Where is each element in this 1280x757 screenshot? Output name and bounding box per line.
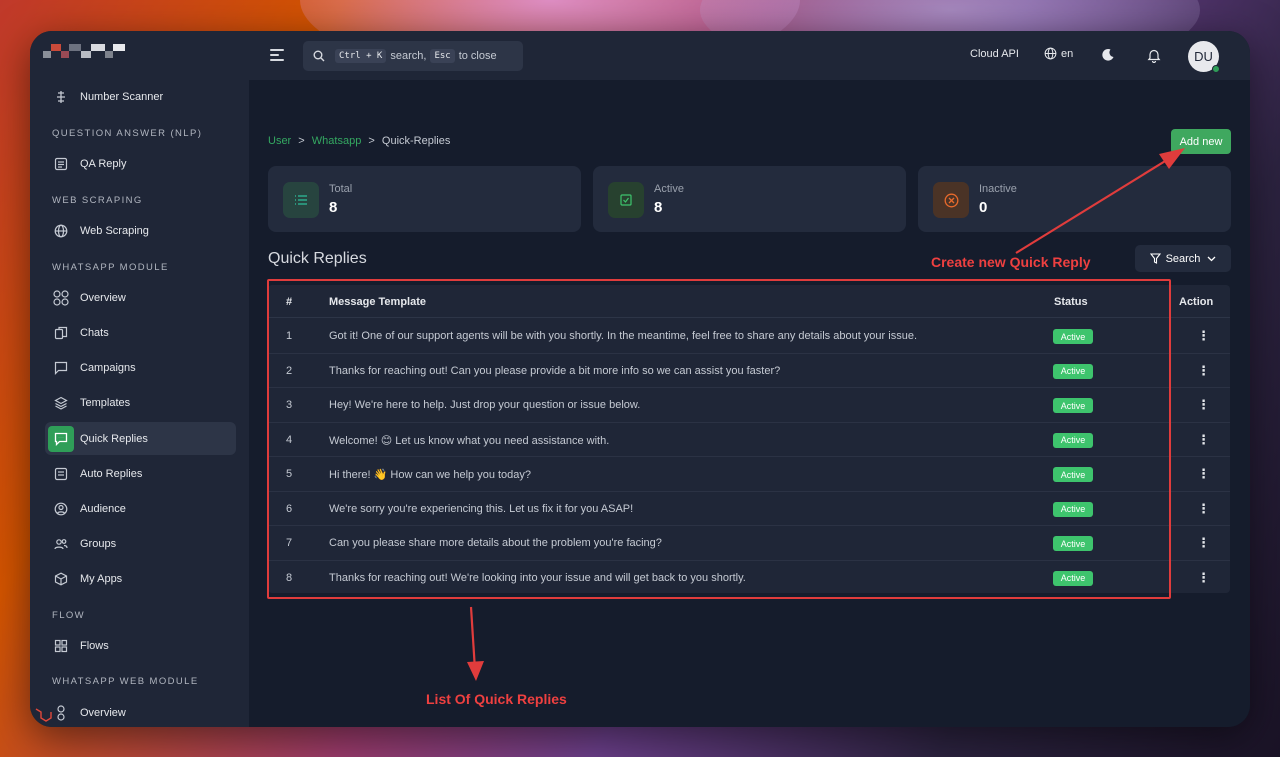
shortcut-key: Esc — [430, 49, 455, 63]
sidebar-item-web-scraping[interactable]: Web Scraping — [45, 214, 236, 247]
reply-icon — [48, 425, 74, 452]
grid-icon — [51, 636, 71, 656]
section-heading-qa: QUESTION ANSWER (NLP) — [52, 128, 203, 139]
shortcut-key: Ctrl + K — [335, 49, 387, 63]
sidebar-item-audience[interactable]: Audience — [45, 492, 236, 525]
avatar[interactable]: DU — [1188, 41, 1220, 73]
sidebar-item-label: Overview — [80, 291, 126, 304]
section-heading-flow: FLOW — [52, 610, 86, 621]
top-bar: Ctrl + K search, Esc to close Cloud API … — [249, 31, 1250, 80]
sidebar-item-label: Auto Replies — [80, 467, 143, 480]
section-heading-web-scraping: WEB SCRAPING — [52, 195, 143, 206]
sidebar-item-templates[interactable]: Templates — [45, 386, 236, 419]
sidebar-item-label: Audience — [80, 502, 126, 515]
avatar-initials: DU — [1194, 49, 1213, 64]
sidebar-item-my-apps[interactable]: My Apps — [45, 562, 236, 595]
sidebar-item-label: Overview — [80, 706, 126, 719]
sidebar-item-overview[interactable]: Overview — [45, 281, 236, 314]
framework-logo-icon — [34, 705, 52, 723]
search-icon — [313, 50, 325, 62]
layers-icon — [51, 393, 71, 413]
language-selector[interactable]: en — [1044, 47, 1073, 60]
main-content: User > Whatsapp > Quick-Replies Add new … — [249, 80, 1250, 727]
cloud-api-button[interactable]: Cloud API — [970, 48, 1019, 60]
sidebar-item-label: Templates — [80, 396, 131, 409]
sidebar-item-campaigns[interactable]: Campaigns — [45, 351, 236, 384]
sidebar-item-web-overview[interactable]: Overview — [45, 696, 236, 727]
sidebar-item-label: Chats — [80, 326, 109, 339]
grid-circles-icon — [51, 288, 71, 308]
sidebar-item-label: Number Scanner — [80, 90, 164, 103]
sidebar: Number Scanner QUESTION ANSWER (NLP) QA … — [30, 31, 249, 727]
app-window: Number Scanner QUESTION ANSWER (NLP) QA … — [30, 31, 1250, 727]
sidebar-item-label: Web Scraping — [80, 224, 149, 237]
sidebar-item-label: My Apps — [80, 572, 123, 585]
menu-icon[interactable] — [270, 49, 284, 61]
search-hint: to close — [458, 50, 497, 62]
sidebar-item-groups[interactable]: Groups — [45, 527, 236, 560]
sidebar-item-chats[interactable]: Chats — [45, 316, 236, 349]
chat-icon — [51, 323, 71, 343]
section-heading-whatsapp-web: WHATSAPP WEB MODULE — [52, 676, 199, 687]
user-circle-icon — [51, 499, 71, 519]
document-icon — [51, 154, 71, 174]
cube-icon — [51, 569, 71, 589]
grid-circles-icon — [51, 703, 71, 723]
sidebar-item-label: Campaigns — [80, 361, 136, 374]
users-icon — [51, 534, 71, 554]
sidebar-item-label: QA Reply — [80, 157, 127, 170]
sidebar-item-label: Quick Replies — [80, 432, 148, 445]
sidebar-item-flows[interactable]: Flows — [45, 629, 236, 662]
sidebar-item-number-scanner[interactable]: Number Scanner — [45, 80, 236, 113]
globe-icon — [51, 221, 71, 241]
search-input[interactable]: Ctrl + K search, Esc to close — [303, 41, 523, 71]
auto-reply-icon — [51, 464, 71, 484]
moon-icon[interactable] — [1101, 48, 1115, 67]
sidebar-item-label: Flows — [80, 639, 109, 652]
sidebar-item-qa-reply[interactable]: QA Reply — [45, 147, 236, 180]
online-status-dot — [1212, 65, 1220, 73]
sidebar-item-label: Groups — [80, 537, 117, 550]
bell-icon[interactable] — [1147, 48, 1161, 68]
annotation-arrows — [467, 148, 1185, 681]
logo — [43, 44, 145, 58]
scanner-icon — [51, 87, 71, 107]
message-square-icon — [51, 358, 71, 378]
globe-icon — [1044, 47, 1057, 60]
sidebar-item-auto-replies[interactable]: Auto Replies — [45, 457, 236, 490]
sidebar-item-quick-replies[interactable]: Quick Replies — [45, 422, 236, 455]
search-hint: search, — [390, 50, 427, 62]
section-heading-whatsapp: WHATSAPP MODULE — [52, 262, 169, 273]
language-label: en — [1061, 47, 1074, 60]
